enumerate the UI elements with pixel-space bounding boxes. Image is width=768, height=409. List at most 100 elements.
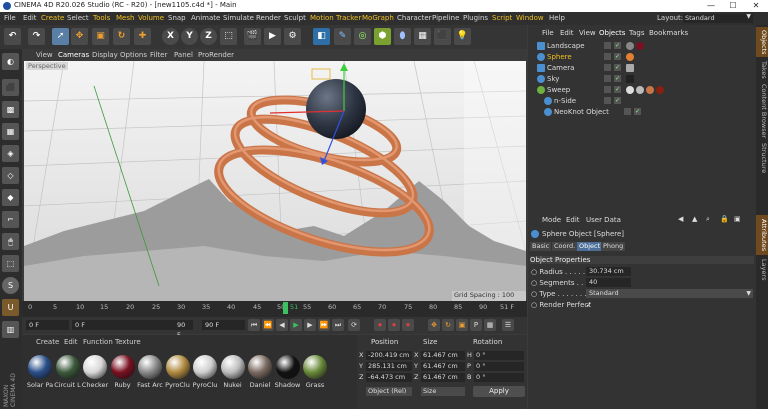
objects-menu-view[interactable]: View bbox=[579, 29, 596, 37]
objects-menu-objects[interactable]: Objects bbox=[599, 29, 625, 37]
autokey-icon[interactable]: ⏺ bbox=[388, 319, 400, 331]
key-param-icon[interactable]: P bbox=[470, 319, 482, 331]
render-picture-viewer-icon[interactable]: ▶ bbox=[264, 28, 281, 45]
model-mode-icon[interactable]: ⬛ bbox=[2, 79, 19, 96]
new-window-icon[interactable]: ▣ bbox=[734, 215, 741, 223]
viewport-menu-options[interactable]: Options bbox=[120, 51, 147, 59]
render-settings-icon[interactable]: ⚙ bbox=[284, 28, 301, 45]
viewport-menu-filter[interactable]: Filter bbox=[150, 51, 167, 59]
timeline-ruler[interactable]: 0 5 10 15 20 25 30 35 40 45 50 51 55 60 … bbox=[22, 301, 527, 317]
attributes-menu-edit[interactable]: Edit bbox=[566, 216, 580, 224]
record-icon[interactable]: ⏺ bbox=[374, 319, 386, 331]
layout-select[interactable]: Standard ▼ bbox=[683, 13, 753, 23]
playhead[interactable] bbox=[283, 302, 288, 314]
soft-selection-icon[interactable]: ⬚ bbox=[2, 255, 19, 272]
key-pla-icon[interactable]: ▦ bbox=[484, 319, 496, 331]
rot-p-field[interactable]: 0 ° bbox=[474, 362, 524, 371]
z-axis-lock-icon[interactable]: Z bbox=[200, 28, 217, 45]
menu-sculpt[interactable]: Sculpt bbox=[284, 14, 306, 22]
size-y-field[interactable]: 61.467 cm bbox=[421, 362, 465, 371]
tab-basic[interactable]: Basic bbox=[530, 242, 552, 251]
coordinate-mode-select[interactable]: Object (Rel) bbox=[366, 387, 412, 396]
material-swatch[interactable] bbox=[165, 355, 190, 379]
polygons-mode-icon[interactable]: ◆ bbox=[2, 189, 19, 206]
pos-x-field[interactable]: -200.419 cm bbox=[366, 351, 412, 360]
menu-help[interactable]: Help bbox=[549, 14, 565, 22]
y-axis-lock-icon[interactable]: Y bbox=[181, 28, 198, 45]
material-swatch[interactable] bbox=[110, 355, 135, 379]
key-rotate-icon[interactable]: ↻ bbox=[442, 319, 454, 331]
lock-icon[interactable]: ▥ bbox=[2, 321, 19, 338]
menu-snap[interactable]: Snap bbox=[168, 14, 186, 22]
redo-icon[interactable]: ↷ bbox=[28, 28, 45, 45]
tab-layers[interactable]: Layers bbox=[756, 257, 768, 283]
end-frame-field[interactable]: 90 F bbox=[174, 320, 191, 339]
menu-pipeline[interactable]: Pipeline bbox=[432, 14, 459, 22]
material-swatch[interactable] bbox=[28, 355, 52, 379]
axis-mode-icon[interactable]: ⌐ bbox=[2, 211, 19, 228]
enabled-check[interactable]: ✓ bbox=[614, 53, 621, 60]
tab-attributes[interactable]: Attributes bbox=[756, 215, 768, 255]
previous-frame-icon[interactable]: ◀ bbox=[276, 319, 288, 331]
menu-edit[interactable]: Edit bbox=[23, 14, 37, 22]
material-swatch[interactable] bbox=[275, 355, 300, 379]
lock-icon[interactable]: 🔒 bbox=[720, 215, 729, 223]
scene-icon[interactable]: ▦ bbox=[414, 28, 431, 45]
next-key-icon[interactable]: ⏩ bbox=[318, 319, 330, 331]
maximize-button[interactable]: ☐ bbox=[722, 0, 744, 12]
texture-mode-icon[interactable]: ▩ bbox=[2, 101, 19, 118]
menu-create[interactable]: Create bbox=[41, 14, 64, 22]
edges-mode-icon[interactable]: ◇ bbox=[2, 167, 19, 184]
subdivision-icon[interactable]: ◎ bbox=[354, 28, 371, 45]
objects-menu-edit[interactable]: Edit bbox=[560, 29, 574, 37]
array-icon[interactable]: ⬢ bbox=[374, 28, 391, 45]
object-row-camera[interactable]: Camera ✓ bbox=[528, 63, 756, 74]
material-swatch[interactable] bbox=[55, 355, 80, 379]
start-frame-field[interactable]: 0 F bbox=[26, 320, 69, 330]
viewport-menu-prorender[interactable]: ProRender bbox=[198, 51, 234, 59]
type-select[interactable]: Standard ▼ bbox=[586, 289, 753, 298]
enabled-check[interactable]: ✓ bbox=[614, 86, 621, 93]
enabled-check[interactable]: ✓ bbox=[614, 75, 621, 82]
material-swatch[interactable] bbox=[248, 355, 272, 379]
timeline-menu-icon[interactable]: ☰ bbox=[502, 319, 514, 331]
snap-icon[interactable]: S bbox=[2, 277, 19, 294]
rot-b-field[interactable]: 0 ° bbox=[474, 373, 524, 382]
menu-animate[interactable]: Animate bbox=[191, 14, 220, 22]
menu-select[interactable]: Select bbox=[67, 14, 89, 22]
attributes-menu-mode[interactable]: Mode bbox=[542, 216, 561, 224]
move-tool-icon[interactable]: ✥ bbox=[71, 28, 88, 45]
tab-coord[interactable]: Coord. bbox=[552, 242, 578, 251]
select-tool-icon[interactable]: ➚ bbox=[52, 28, 69, 45]
tab-takes[interactable]: Takes bbox=[756, 59, 768, 81]
visibility-toggle[interactable] bbox=[604, 64, 611, 71]
viewport-menu-display[interactable]: Display bbox=[92, 51, 118, 59]
scale-tool-icon[interactable]: ▣ bbox=[92, 28, 109, 45]
size-x-field[interactable]: 61.467 cm bbox=[421, 351, 465, 360]
play-icon[interactable]: ▶ bbox=[290, 319, 302, 331]
enabled-check[interactable]: ✓ bbox=[614, 97, 621, 104]
key-move-icon[interactable]: ✥ bbox=[428, 319, 440, 331]
menu-plugins[interactable]: Plugins bbox=[463, 14, 488, 22]
search-icon[interactable]: ⌕ bbox=[706, 215, 710, 224]
menu-volume[interactable]: Volume bbox=[138, 14, 164, 22]
menu-render[interactable]: Render bbox=[256, 14, 281, 22]
make-editable-icon[interactable]: ◐ bbox=[2, 53, 19, 70]
menu-mesh[interactable]: Mesh bbox=[116, 14, 134, 22]
object-row-sky[interactable]: Sky ✓ bbox=[528, 74, 756, 85]
viewport-menu-panel[interactable]: Panel bbox=[174, 51, 193, 59]
menu-window[interactable]: Window bbox=[516, 14, 544, 22]
pen-icon[interactable]: ✎ bbox=[334, 28, 351, 45]
loop-icon[interactable]: ⟳ bbox=[348, 319, 360, 331]
visibility-toggle[interactable] bbox=[624, 108, 631, 115]
object-row-neoknot[interactable]: NeoKnot Object ✓ bbox=[528, 107, 756, 118]
tab-structure[interactable]: Structure bbox=[756, 141, 768, 175]
light-icon[interactable]: 💡 bbox=[454, 28, 471, 45]
object-row-landscape[interactable]: Landscape ✓ bbox=[528, 41, 756, 52]
viewport-menu-cameras[interactable]: Cameras bbox=[58, 51, 89, 59]
preview-end-field[interactable]: 90 F bbox=[202, 320, 245, 330]
go-to-start-icon[interactable]: ⏮ bbox=[248, 319, 260, 331]
pos-z-field[interactable]: -64.473 cm bbox=[366, 373, 412, 382]
object-row-n-side[interactable]: n-Side ✓ bbox=[528, 96, 756, 107]
previous-key-icon[interactable]: ⏪ bbox=[262, 319, 274, 331]
